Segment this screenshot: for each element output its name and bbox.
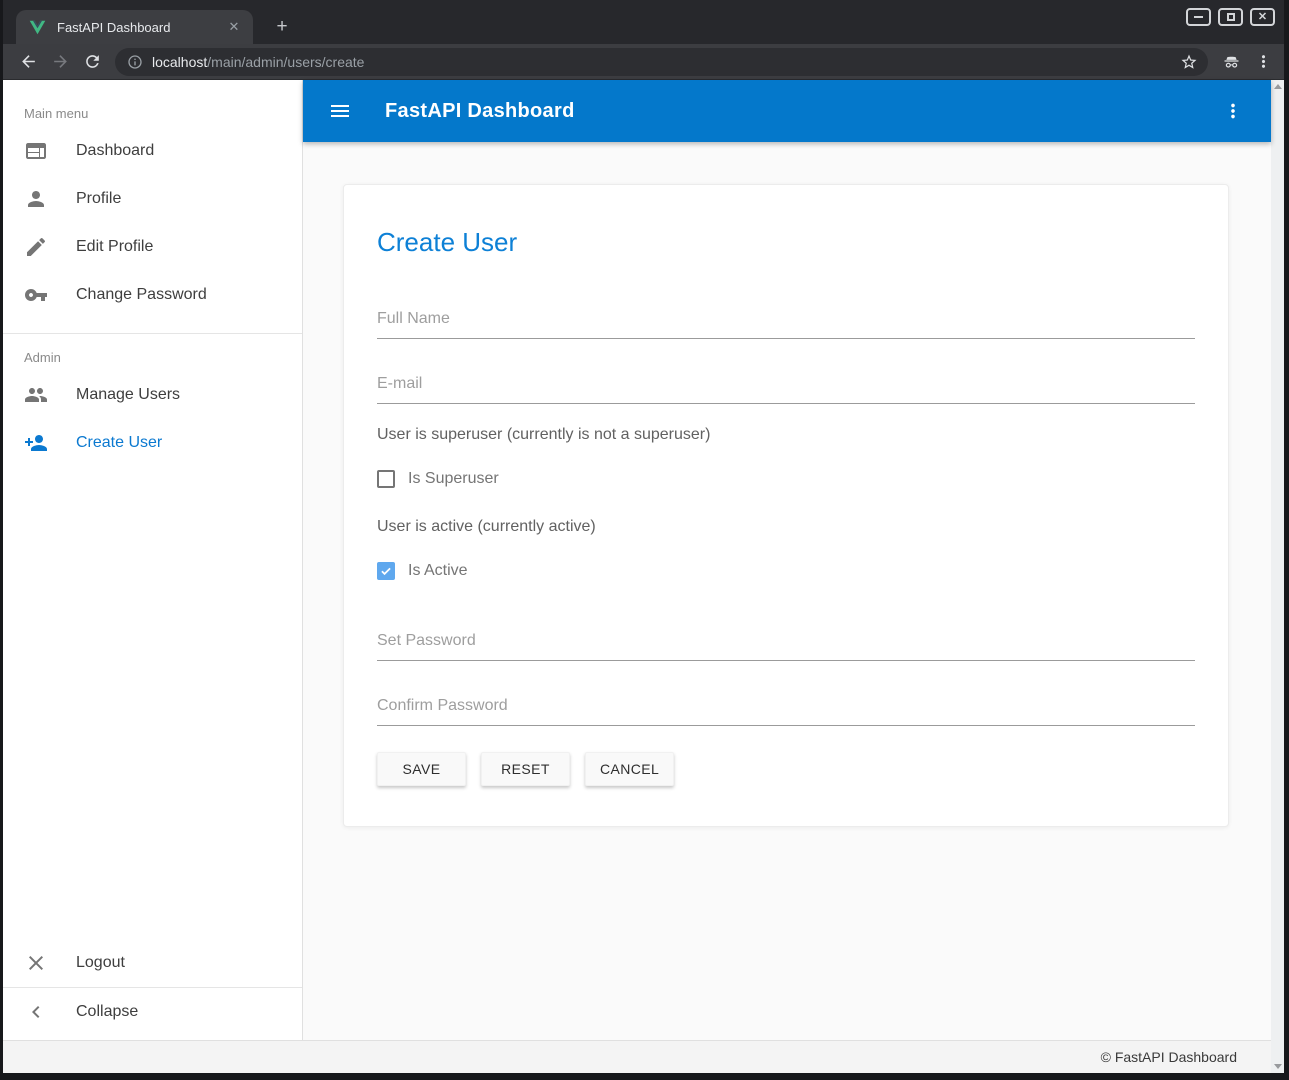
page-info-icon[interactable]	[127, 54, 143, 70]
tab-close-icon[interactable]: ✕	[225, 18, 243, 36]
sidebar-item-edit-profile[interactable]: Edit Profile	[3, 223, 302, 271]
active-hint: User is active (currently active)	[377, 518, 1195, 536]
person-add-icon	[24, 431, 48, 455]
appbar-kebab-icon[interactable]	[1220, 98, 1246, 124]
content-area: Create User User is superuser (currently…	[303, 142, 1271, 1040]
email-input[interactable]	[377, 369, 1195, 404]
person-icon	[24, 187, 48, 211]
scroll-down-arrow-icon[interactable]	[1274, 1064, 1282, 1069]
set-password-input[interactable]	[377, 626, 1195, 661]
is-active-checkbox[interactable]	[377, 562, 395, 580]
browser-toolbar: localhost/main/admin/users/create	[3, 44, 1284, 80]
page-viewport: Main menu Dashboard Profile	[3, 80, 1284, 1073]
email-field-wrap	[377, 369, 1195, 404]
sidebar-item-collapse[interactable]: Collapse	[3, 988, 302, 1036]
save-button[interactable]: SAVE	[377, 752, 466, 786]
sidebar-item-create-user[interactable]: Create User	[3, 419, 302, 467]
key-icon	[24, 283, 48, 307]
form-buttons: SAVE RESET CANCEL	[377, 752, 1195, 786]
minimize-button[interactable]	[1186, 8, 1211, 26]
dashboard-icon	[24, 139, 48, 163]
full-name-input[interactable]	[377, 304, 1195, 339]
browser-window: FastAPI Dashboard ✕ + ✕ localhost/main/a…	[0, 0, 1289, 1080]
cancel-button[interactable]: CANCEL	[585, 752, 674, 786]
appbar-title: FastAPI Dashboard	[385, 100, 575, 123]
browser-scrollbar[interactable]	[1271, 80, 1284, 1073]
maximize-button[interactable]	[1218, 8, 1243, 26]
is-superuser-checkbox[interactable]	[377, 470, 395, 488]
sidebar-item-label: Profile	[76, 190, 121, 208]
sidebar-item-label: Collapse	[76, 1003, 138, 1021]
window-controls: ✕	[1186, 8, 1275, 26]
confirm-password-field-wrap	[377, 691, 1195, 726]
checkbox-label: Is Superuser	[408, 470, 499, 488]
sidebar-item-manage-users[interactable]: Manage Users	[3, 371, 302, 419]
sidebar-item-profile[interactable]: Profile	[3, 175, 302, 223]
tab-title: FastAPI Dashboard	[57, 20, 225, 35]
is-superuser-row[interactable]: Is Superuser	[377, 470, 1195, 488]
create-user-card: Create User User is superuser (currently…	[343, 184, 1229, 827]
sidebar-item-logout[interactable]: Logout	[3, 939, 302, 987]
page-footer: © FastAPI Dashboard	[3, 1040, 1271, 1073]
sidebar-item-dashboard[interactable]: Dashboard	[3, 127, 302, 175]
forward-icon[interactable]	[47, 49, 73, 75]
app-bar: FastAPI Dashboard	[303, 80, 1271, 142]
reset-button[interactable]: RESET	[481, 752, 570, 786]
sidebar-item-label: Logout	[76, 954, 125, 972]
sidebar-item-label: Create User	[76, 434, 162, 452]
main-area: FastAPI Dashboard Create User	[303, 80, 1271, 1040]
bookmark-star-icon[interactable]	[1180, 53, 1198, 71]
set-password-field-wrap	[377, 626, 1195, 661]
close-icon	[24, 951, 48, 975]
is-active-row[interactable]: Is Active	[377, 562, 1195, 580]
chevron-left-icon	[24, 1000, 48, 1024]
incognito-icon	[1218, 49, 1244, 75]
close-window-button[interactable]: ✕	[1250, 8, 1275, 26]
sidebar-section-main-menu: Main menu	[3, 80, 302, 127]
browser-tab[interactable]: FastAPI Dashboard ✕	[16, 10, 253, 44]
sidebar-section-admin: Admin	[3, 334, 302, 371]
url-bar[interactable]: localhost/main/admin/users/create	[115, 48, 1208, 76]
sidebar-item-label: Manage Users	[76, 386, 180, 404]
sidebar-bottom: Logout Collapse	[3, 939, 302, 1040]
sidebar-item-label: Dashboard	[76, 142, 154, 160]
page-title: Create User	[377, 227, 1195, 258]
group-icon	[24, 383, 48, 407]
superuser-hint: User is superuser (currently is not a su…	[377, 426, 1195, 444]
back-icon[interactable]	[15, 49, 41, 75]
scroll-up-arrow-icon[interactable]	[1274, 84, 1282, 89]
browser-titlebar: FastAPI Dashboard ✕ + ✕	[3, 0, 1284, 44]
url-host: localhost	[152, 54, 207, 70]
confirm-password-input[interactable]	[377, 691, 1195, 726]
reload-icon[interactable]	[79, 49, 105, 75]
sidebar-item-label: Edit Profile	[76, 238, 153, 256]
checkbox-label: Is Active	[408, 562, 468, 580]
browser-menu-kebab-icon[interactable]	[1250, 49, 1276, 75]
hamburger-menu-icon[interactable]	[328, 99, 352, 123]
new-tab-button[interactable]: +	[269, 14, 295, 40]
pencil-icon	[24, 235, 48, 259]
sidebar: Main menu Dashboard Profile	[3, 80, 303, 1040]
sidebar-item-change-password[interactable]: Change Password	[3, 271, 302, 319]
vue-logo-icon	[29, 20, 46, 35]
full-name-field-wrap	[377, 304, 1195, 339]
url-path: /main/admin/users/create	[207, 54, 364, 70]
sidebar-item-label: Change Password	[76, 286, 207, 304]
copyright-text: © FastAPI Dashboard	[1101, 1049, 1237, 1065]
